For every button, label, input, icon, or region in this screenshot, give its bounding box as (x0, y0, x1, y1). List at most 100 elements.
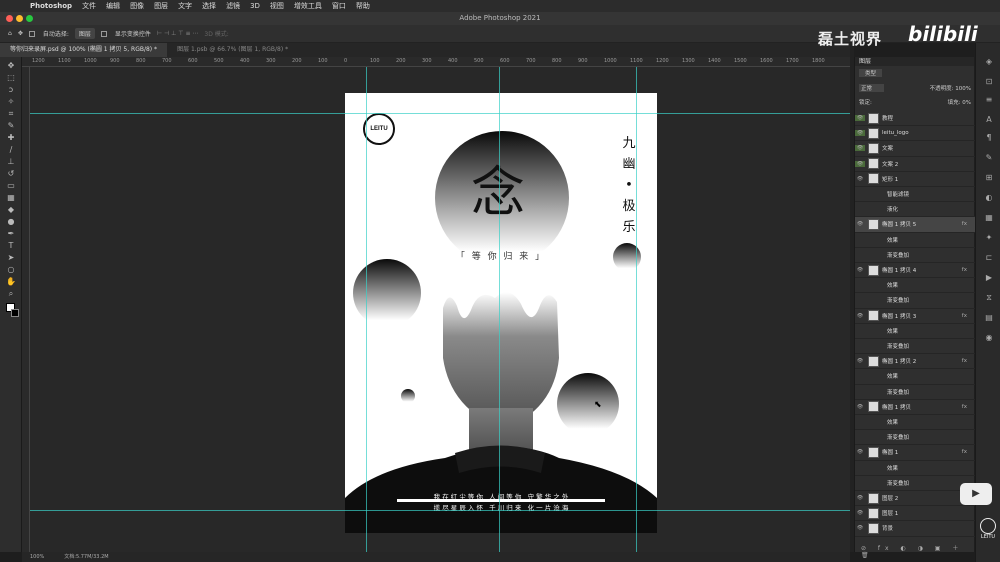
layer-row[interactable]: 👁 leitu_logo (855, 126, 975, 142)
visibility-eye-icon[interactable]: 👁 (855, 115, 865, 122)
layer-row[interactable]: 👁 文案 (855, 141, 975, 157)
gradient-tool-icon[interactable]: ▦ (6, 193, 16, 203)
visibility-eye-icon[interactable]: 👁 (855, 160, 865, 167)
layer-row[interactable]: 👁 背景 (855, 521, 975, 537)
layer-row[interactable]: 👁 椭圆 1 拷贝 3 fx (855, 309, 975, 324)
visibility-eye-icon[interactable]: 👁 (855, 525, 865, 531)
layer-effect-row[interactable]: 液化 (855, 202, 975, 218)
menu-view[interactable]: 视图 (270, 1, 284, 11)
brush-tool-icon[interactable]: ∕ (6, 145, 16, 155)
menu-edit[interactable]: 编辑 (106, 1, 120, 11)
layer-bottom-buttons[interactable]: ⊘ fx ◐ ◑ ▣ ＋ 🗑 (861, 543, 974, 559)
fill-value[interactable]: 0% (962, 100, 971, 106)
hand-tool-icon[interactable]: ✋ (6, 277, 16, 287)
menu-select[interactable]: 选择 (202, 1, 216, 11)
tab-document-2[interactable]: 图层 1.psb @ 66.7% (图层 1, RGB/8) * (167, 43, 298, 57)
menu-plugins[interactable]: 增效工具 (294, 1, 322, 11)
visibility-eye-icon[interactable]: 👁 (855, 449, 865, 455)
layers-icon[interactable]: ◈ (984, 57, 994, 67)
layer-row[interactable]: 👁 图层 1 (855, 506, 975, 522)
eraser-tool-icon[interactable]: ▭ (6, 181, 16, 191)
layer-row[interactable]: 👁 图层 2 (855, 491, 975, 507)
home-icon[interactable]: ⌂ (8, 30, 12, 37)
layer-effect-row[interactable]: 渐变叠加 (855, 248, 975, 263)
shape-tool-icon[interactable]: ○ (6, 265, 16, 275)
pen-tool-icon[interactable]: ✒ (6, 229, 16, 239)
layer-effect-row[interactable]: 效果 (855, 461, 975, 476)
layer-row[interactable]: 👁 矩形 1 (855, 172, 975, 187)
lasso-tool-icon[interactable]: ↄ (6, 85, 16, 95)
paths-icon[interactable]: ≡ (984, 95, 994, 105)
adjustments-icon[interactable]: ◐ (984, 193, 994, 203)
visibility-eye-icon[interactable]: 👁 (855, 145, 865, 152)
layer-effect-row[interactable]: 渐变叠加 (855, 339, 975, 355)
guide-vertical-3[interactable] (636, 67, 637, 552)
menu-layer[interactable]: 图层 (154, 1, 168, 11)
menu-filter[interactable]: 滤镜 (226, 1, 240, 11)
background-color-swatch[interactable] (11, 309, 19, 317)
libraries-icon[interactable]: ▤ (984, 313, 994, 323)
layer-kind-dropdown[interactable]: 类型 (859, 69, 883, 77)
menu-type[interactable]: 文字 (178, 1, 192, 11)
guide-vertical-2[interactable] (499, 67, 500, 552)
layer-row[interactable]: 👁 椭圆 1 拷贝 fx (855, 400, 975, 415)
layer-effect-row[interactable]: 效果 (855, 415, 975, 431)
blur-tool-icon[interactable]: ◆ (6, 205, 16, 215)
swatches-icon[interactable]: ▦ (984, 213, 994, 223)
marquee-tool-icon[interactable]: ⬚ (6, 73, 16, 83)
menu-3d[interactable]: 3D (250, 2, 260, 10)
zoom-level[interactable]: 100% (30, 552, 44, 562)
visibility-eye-icon[interactable]: 👁 (855, 267, 865, 273)
layer-row[interactable]: 👁 教程 (855, 111, 975, 127)
visibility-eye-icon[interactable]: 👁 (855, 313, 865, 319)
opacity-value[interactable]: 100% (955, 86, 971, 92)
menu-file[interactable]: 文件 (82, 1, 96, 11)
menu-help[interactable]: 帮助 (356, 1, 370, 11)
guide-horizontal-1[interactable] (30, 113, 850, 114)
menu-image[interactable]: 图像 (130, 1, 144, 11)
properties-icon[interactable]: ⊞ (984, 173, 994, 183)
transform-checkbox[interactable] (100, 30, 107, 37)
layer-effect-row[interactable]: 效果 (855, 233, 975, 248)
visibility-eye-icon[interactable]: 👁 (855, 404, 865, 410)
zoom-window-button[interactable] (26, 15, 33, 22)
guide-horizontal-2[interactable] (30, 510, 850, 511)
magic-wand-icon[interactable]: ✧ (6, 97, 16, 107)
history-icon[interactable]: ⧖ (984, 293, 994, 303)
layer-row[interactable]: 👁 椭圆 1 拷贝 2 fx (855, 354, 975, 370)
visibility-eye-icon[interactable]: 👁 (855, 495, 865, 501)
move-tool-icon[interactable]: ✥ (18, 30, 23, 37)
dodge-tool-icon[interactable]: ● (6, 217, 16, 227)
channels-icon[interactable]: ⊡ (984, 77, 994, 87)
layer-row[interactable]: 👁 椭圆 1 拷贝 4 fx (855, 263, 975, 279)
layer-fx-badge[interactable]: fx (962, 267, 967, 273)
layer-fx-badge[interactable]: fx (962, 449, 967, 455)
brush-settings-icon[interactable]: ✎ (984, 153, 994, 163)
actions-icon[interactable]: ⊏ (984, 253, 994, 263)
layer-effect-row[interactable]: 渐变叠加 (855, 293, 975, 309)
layer-effect-row[interactable]: 智能滤镜 (855, 187, 975, 203)
canvas-area[interactable]: LEITU 念 九 幽 • 极 乐 「 等 你 归 来 」 我 在 红 尘 等 … (30, 67, 850, 552)
auto-select-checkbox[interactable] (28, 30, 35, 37)
layer-row[interactable]: 👁 文案 2 (855, 157, 975, 172)
menu-app-name[interactable]: Photoshop (30, 2, 72, 10)
layer-fx-badge[interactable]: fx (962, 404, 967, 410)
layer-effect-row[interactable]: 效果 (855, 278, 975, 294)
visibility-eye-icon[interactable]: 👁 (855, 221, 865, 227)
menu-window[interactable]: 窗口 (332, 1, 346, 11)
healing-brush-icon[interactable]: ✚ (6, 133, 16, 143)
character-icon[interactable]: A (984, 115, 994, 125)
eyedropper-tool-icon[interactable]: ✎ (6, 121, 16, 131)
layer-row[interactable]: 👁 椭圆 1 fx (855, 445, 975, 461)
visibility-eye-icon[interactable]: 👁 (855, 130, 865, 137)
tab-document-1[interactable]: 等你归来录屏.psd @ 100% (椭圆 1 拷贝 5, RGB/8) * (0, 43, 168, 57)
paragraph-icon[interactable]: ¶ (984, 133, 994, 143)
stamp-tool-icon[interactable]: ⊥ (6, 157, 16, 167)
layer-effect-row[interactable]: 渐变叠加 (855, 430, 975, 446)
layer-fx-badge[interactable]: fx (962, 313, 967, 319)
blend-mode-dropdown[interactable]: 正常 (859, 84, 885, 92)
crop-tool-icon[interactable]: ⌗ (6, 109, 16, 119)
layer-effect-row[interactable]: 渐变叠加 (855, 385, 975, 400)
path-select-icon[interactable]: ➤ (6, 253, 16, 263)
navigator-icon[interactable]: ◉ (984, 333, 994, 343)
